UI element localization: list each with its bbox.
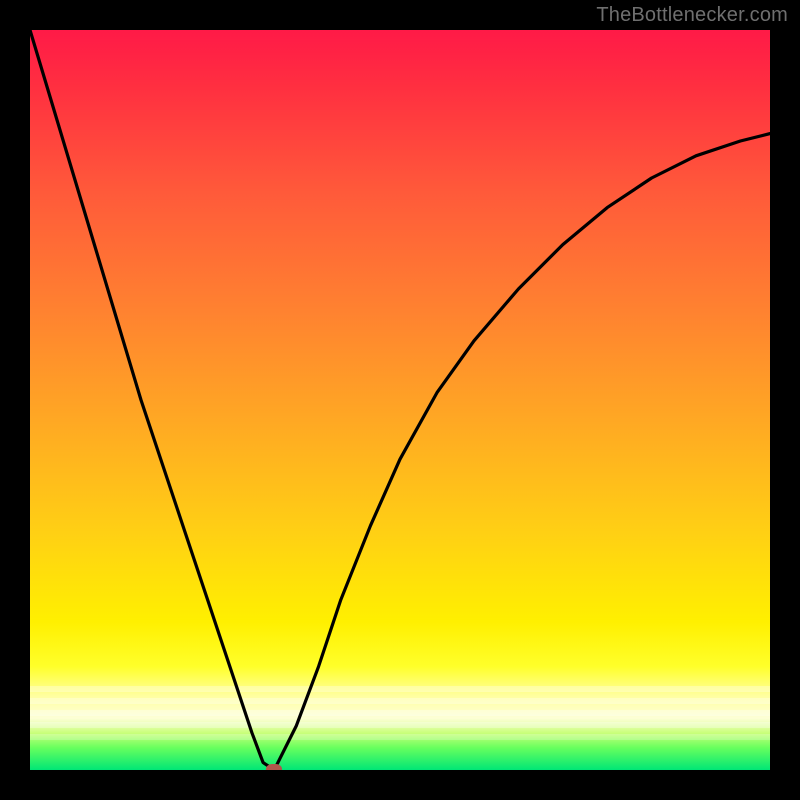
watermark-text: TheBottlenecker.com xyxy=(596,4,788,27)
plot-area xyxy=(30,30,770,770)
chart-frame: TheBottlenecker.com xyxy=(0,0,800,800)
bottleneck-curve xyxy=(30,30,770,770)
optimum-marker xyxy=(266,764,282,770)
